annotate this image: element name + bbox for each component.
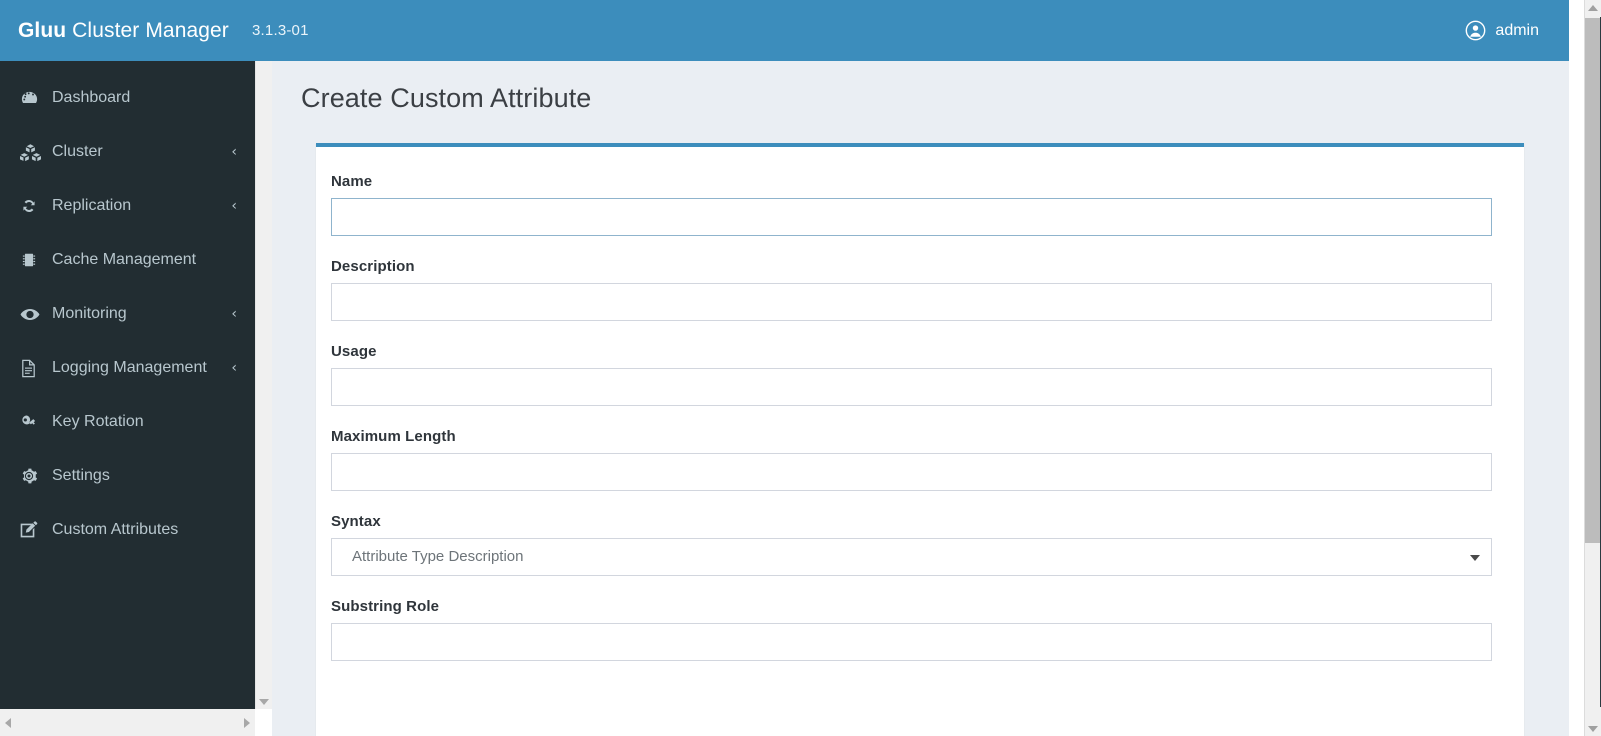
cubes-icon [20, 143, 43, 162]
scroll-left-arrow-icon[interactable] [5, 718, 11, 728]
sidebar-item-label: Cache Management [52, 251, 197, 268]
chevron-left-icon[interactable]: ‹ [231, 307, 237, 321]
memory-chip-icon [20, 251, 43, 269]
sidebar: Dashboard Cluster ‹ Replication ‹ Cache … [0, 61, 255, 709]
create-custom-attribute-form-card: Name Description Usage Maximum Length Sy… [316, 143, 1524, 736]
sidebar-item-cluster[interactable]: Cluster ‹ [0, 125, 255, 179]
syntax-label: Syntax [331, 513, 381, 530]
file-text-icon [20, 359, 43, 378]
sidebar-item-label: Logging Management [52, 359, 207, 376]
sidebar-item-label: Key Rotation [52, 413, 144, 430]
scroll-down-arrow-icon[interactable] [259, 699, 269, 705]
description-label: Description [331, 258, 415, 275]
scrollbar-corner [255, 709, 272, 736]
field-group-substring-role: Substring Role [331, 598, 1492, 661]
field-group-maximum-length: Maximum Length [331, 428, 1492, 491]
sidebar-item-label: Settings [52, 467, 110, 484]
sidebar-item-label: Replication [52, 197, 132, 214]
refresh-icon [20, 197, 43, 215]
scroll-down-arrow-icon[interactable] [1588, 726, 1598, 732]
substring-role-input[interactable] [331, 623, 1492, 661]
sidebar-item-key-rotation[interactable]: Key Rotation [0, 395, 255, 449]
page-title: Create Custom Attribute [301, 83, 592, 113]
sidebar-item-label: Dashboard [52, 89, 131, 106]
sidebar-item-settings[interactable]: Settings [0, 449, 255, 503]
description-input[interactable] [331, 283, 1492, 321]
dashboard-icon [20, 89, 43, 108]
user-menu[interactable]: admin [1465, 20, 1569, 41]
scrollbar-thumb[interactable] [1585, 18, 1601, 543]
key-icon [20, 413, 43, 432]
chevron-left-icon[interactable]: ‹ [231, 199, 237, 213]
brand-logo[interactable]: Gluu Cluster Manager [0, 20, 255, 41]
chevron-left-icon[interactable]: ‹ [231, 361, 237, 375]
name-label: Name [331, 173, 373, 190]
sidebar-item-dashboard[interactable]: Dashboard [0, 71, 255, 125]
user-name-label: admin [1495, 21, 1539, 39]
field-group-name: Name [331, 173, 1492, 236]
scroll-right-arrow-icon[interactable] [244, 718, 250, 728]
user-circle-icon [1465, 20, 1486, 41]
sidebar-item-logging-management[interactable]: Logging Management ‹ [0, 341, 255, 395]
sidebar-item-label: Custom Attributes [52, 521, 179, 538]
sidebar-item-label: Cluster [52, 143, 103, 160]
brand-name-light: Cluster Manager [66, 19, 229, 42]
sidebar-item-custom-attributes[interactable]: Custom Attributes [0, 503, 255, 557]
maximum-length-label: Maximum Length [331, 428, 456, 445]
syntax-select[interactable]: Attribute Type Description [331, 538, 1492, 576]
sidebar-item-label: Monitoring [52, 305, 127, 322]
usage-input[interactable] [331, 368, 1492, 406]
brand-name-bold: Gluu [18, 19, 67, 42]
scroll-up-arrow-icon[interactable] [1588, 5, 1598, 11]
field-group-syntax: Syntax Attribute Type Description [331, 513, 1492, 576]
name-input[interactable] [331, 198, 1492, 236]
pencil-square-icon [20, 520, 43, 540]
maximum-length-input[interactable] [331, 453, 1492, 491]
substring-role-label: Substring Role [331, 598, 440, 615]
field-group-usage: Usage [331, 343, 1492, 406]
syntax-select-wrapper: Attribute Type Description [331, 538, 1492, 576]
gear-icon [20, 467, 43, 485]
sidebar-item-monitoring[interactable]: Monitoring ‹ [0, 287, 255, 341]
chevron-left-icon[interactable]: ‹ [231, 145, 237, 159]
content-area: Create Custom Attribute Name Description… [272, 61, 1569, 736]
version-label: 3.1.3-01 [252, 22, 309, 39]
sidebar-item-replication[interactable]: Replication ‹ [0, 179, 255, 233]
usage-label: Usage [331, 343, 377, 360]
window-vertical-scrollbar[interactable] [1584, 0, 1601, 736]
sidebar-horizontal-scrollbar[interactable] [0, 709, 255, 736]
sidebar-vertical-scrollbar[interactable] [255, 61, 272, 709]
sidebar-menu: Dashboard Cluster ‹ Replication ‹ Cache … [0, 61, 255, 557]
app-window: Gluu Cluster Manager 3.1.3-01 admin Dash… [0, 0, 1601, 736]
top-navbar: Gluu Cluster Manager 3.1.3-01 admin [0, 0, 1569, 61]
field-group-description: Description [331, 258, 1492, 321]
eye-icon [20, 307, 43, 322]
sidebar-item-cache-management[interactable]: Cache Management [0, 233, 255, 287]
